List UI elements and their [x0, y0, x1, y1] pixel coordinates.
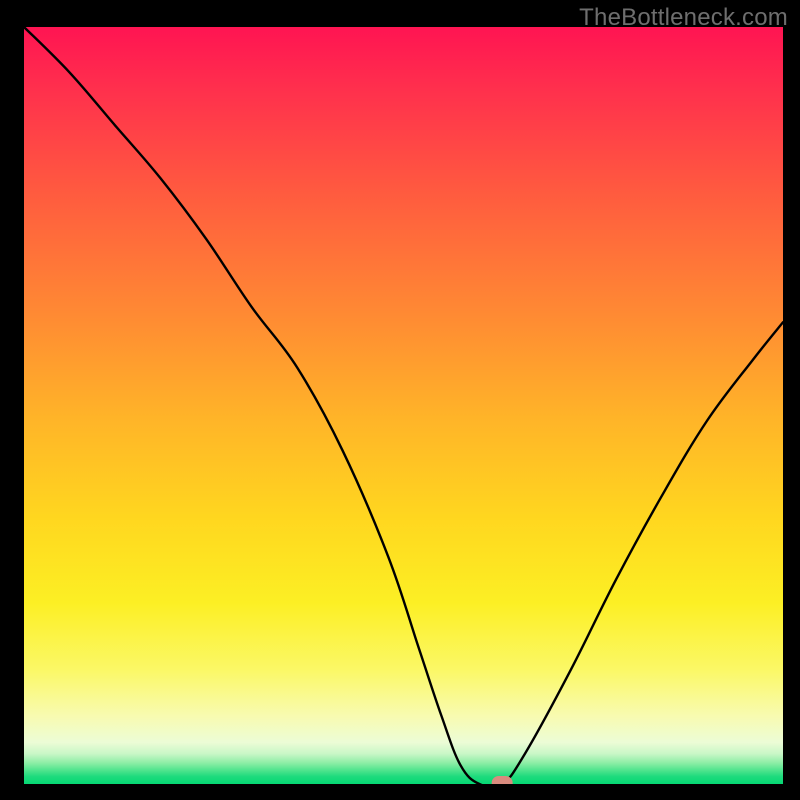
plot [24, 27, 783, 784]
bottleneck-curve [24, 27, 783, 784]
curve-layer [24, 27, 783, 784]
bottleneck-curve-path [24, 27, 783, 784]
plot-area [24, 27, 783, 784]
watermark-text: TheBottleneck.com [579, 4, 788, 32]
optimal-marker [492, 777, 512, 785]
optimal-marker-pill [492, 777, 512, 785]
chart-stage: TheBottleneck.com [0, 0, 800, 800]
